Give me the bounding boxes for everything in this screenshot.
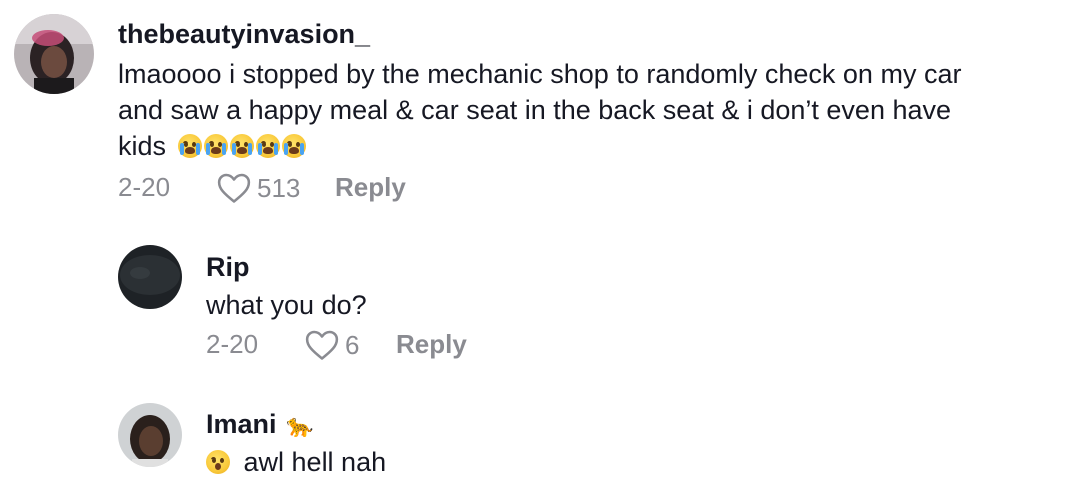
avatar-photo	[118, 403, 182, 467]
like-button[interactable]: 6	[305, 329, 359, 361]
username[interactable]: thebeautyinvasion_	[118, 18, 370, 50]
comment-text-line: lmaoooo i stopped by the mechanic shop t…	[118, 59, 962, 89]
username-text: Imani	[206, 409, 277, 439]
comment-text-last-word: kids	[118, 131, 167, 161]
comment-date: 2-20	[206, 329, 259, 359]
username[interactable]: Rip	[206, 251, 250, 283]
loudly-crying-face-icon	[203, 134, 228, 158]
username[interactable]: Imani 🐆	[206, 408, 313, 442]
avatar[interactable]	[118, 403, 182, 467]
avatar-photo	[118, 245, 182, 309]
loudly-crying-face-icon	[255, 134, 280, 158]
hushed-face-icon	[206, 450, 230, 474]
reply-button[interactable]: Reply	[396, 329, 467, 359]
like-count: 513	[257, 173, 301, 203]
loudly-crying-face-icon	[281, 134, 306, 158]
heart-icon	[305, 330, 339, 360]
avatar-photo	[14, 14, 94, 94]
like-button[interactable]: 513	[217, 172, 300, 204]
loudly-crying-face-icon	[177, 134, 202, 158]
comment-text-content: awl hell nah	[243, 447, 387, 477]
loudly-crying-face-icon	[229, 134, 254, 158]
avatar[interactable]	[118, 245, 182, 309]
reply-button[interactable]: Reply	[335, 172, 406, 202]
crying-emoji-row	[177, 131, 308, 161]
avatar[interactable]	[14, 14, 94, 94]
comment-text-line: kids	[118, 128, 308, 164]
like-count: 6	[345, 330, 360, 360]
comment-date: 2-20	[118, 172, 171, 202]
comment-text: awl hell nah	[206, 444, 386, 480]
heart-icon	[217, 173, 251, 203]
leopard-emoji: 🐆	[286, 413, 314, 438]
comment-text-line: and saw a happy meal & car seat in the b…	[118, 95, 952, 125]
comment-text: what you do?	[206, 290, 367, 320]
